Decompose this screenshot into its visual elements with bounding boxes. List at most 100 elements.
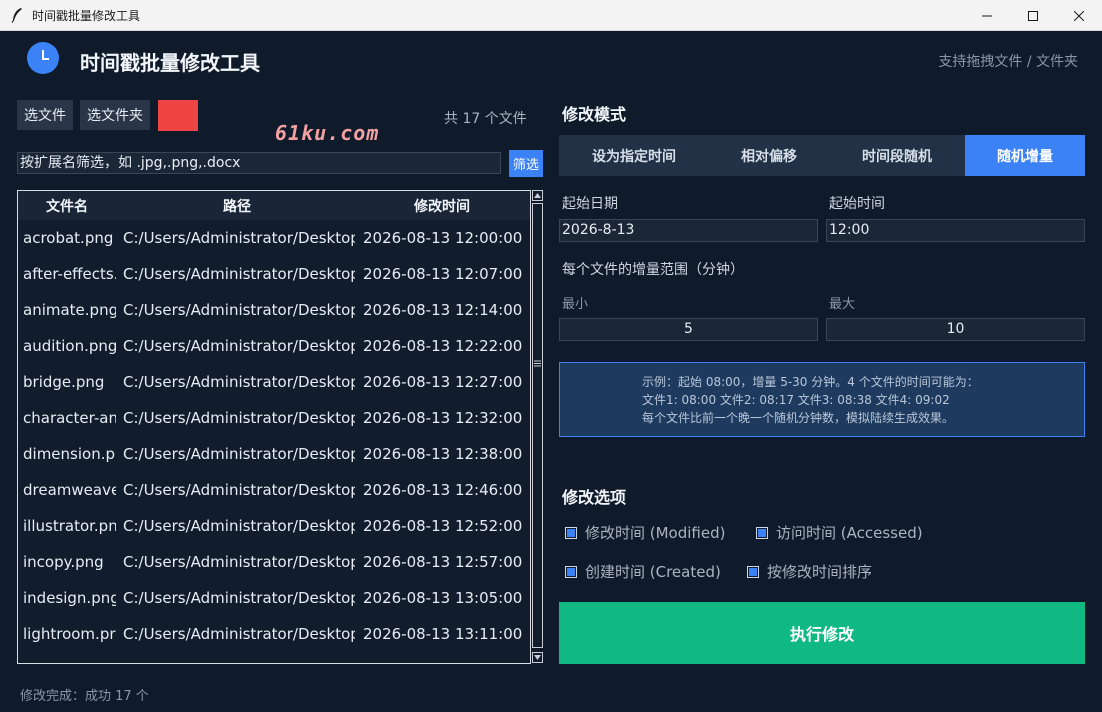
cell-path: C:/Users/Administrator/Desktop [123, 445, 355, 463]
mode-tabs: 设为指定时间 相对偏移 时间段随机 随机增量 [559, 135, 1085, 176]
scroll-thumb[interactable] [532, 203, 543, 648]
created-label: 创建时间 (Created) [585, 563, 721, 581]
minimize-icon [982, 15, 992, 16]
watermark: 61ku.com [275, 121, 380, 145]
cell-filename: incopy.png [23, 553, 104, 571]
accessed-label: 访问时间 (Accessed) [776, 524, 923, 542]
table-row[interactable]: dreamweave C:/Users/Administrator/Desktop… [23, 472, 528, 508]
start-time-label: 起始时间 [829, 196, 885, 212]
cell-modified: 2026-08-13 12:07:00 [363, 265, 523, 283]
cell-path: C:/Users/Administrator/Desktop [123, 337, 355, 355]
cell-filename: indesign.png [23, 589, 116, 607]
range-label: 每个文件的增量范围（分钟） [562, 262, 744, 278]
chevron-down-icon [534, 655, 541, 660]
table-row[interactable]: lightroom.pr C:/Users/Administrator/Deskt… [23, 616, 528, 652]
table-scrollbar[interactable] [532, 190, 543, 664]
select-folder-button[interactable]: 选文件夹 [80, 100, 150, 130]
tab-relative-offset[interactable]: 相对偏移 [709, 135, 829, 176]
cell-path: C:/Users/Administrator/Desktop [123, 517, 355, 535]
example-line: 文件1: 08:00 文件2: 08:17 文件3: 08:38 文件4: 09… [642, 393, 950, 407]
tab-random-range[interactable]: 时间段随机 [829, 135, 965, 176]
extension-filter-input[interactable]: 按扩展名筛选，如 .jpg,.png,.docx [17, 152, 501, 174]
cell-path: C:/Users/Administrator/Desktop [123, 553, 355, 571]
filter-button[interactable]: 筛选 [509, 150, 543, 177]
table-row[interactable]: bridge.png C:/Users/Administrator/Desktop… [23, 364, 528, 400]
drag-hint: 支持拖拽文件 / 文件夹 [938, 54, 1078, 70]
table-row[interactable]: indesign.png C:/Users/Administrator/Deskt… [23, 580, 528, 616]
max-label: 最大 [829, 297, 856, 312]
table-row[interactable]: incopy.png C:/Users/Administrator/Desktop… [23, 544, 528, 580]
tab-set-time[interactable]: 设为指定时间 [559, 135, 709, 176]
example-line: 示例：起始 08:00，增量 5-30 分钟。4 个文件的时间可能为： [642, 375, 979, 389]
table-row[interactable]: acrobat.png C:/Users/Administrator/Deskto… [23, 220, 528, 256]
clock-icon [27, 42, 59, 74]
table-row[interactable]: character-an C:/Users/Administrator/Deskt… [23, 400, 528, 436]
window-title: 时间戳批量修改工具 [32, 8, 141, 23]
chevron-up-icon [534, 193, 541, 198]
created-checkbox[interactable]: 创建时间 (Created) [565, 561, 721, 582]
app-body: 时间戳批量修改工具 支持拖拽文件 / 文件夹 选文件 选文件夹 61ku.com… [0, 31, 1102, 712]
close-button[interactable] [1056, 0, 1102, 31]
column-header-path[interactable]: 路径 [223, 196, 251, 216]
maximize-button[interactable] [1010, 0, 1056, 31]
column-header-filename[interactable]: 文件名 [46, 196, 88, 216]
modified-checkbox[interactable]: 修改时间 (Modified) [565, 522, 725, 543]
checkbox-checked-icon [747, 565, 759, 578]
table-row[interactable]: animate.png C:/Users/Administrator/Deskto… [23, 292, 528, 328]
cell-modified: 2026-08-13 13:05:00 [363, 589, 523, 607]
select-file-button[interactable]: 选文件 [17, 100, 73, 130]
cell-filename: illustrator.pn [23, 517, 116, 535]
start-date-input[interactable]: 2026-8-13 [559, 219, 818, 242]
cell-modified: 2026-08-13 12:14:00 [363, 301, 523, 319]
max-input[interactable]: 10 [826, 318, 1085, 341]
modified-label: 修改时间 (Modified) [585, 524, 726, 542]
min-label: 最小 [562, 297, 589, 312]
cell-path: C:/Users/Administrator/Desktop [123, 625, 355, 643]
column-header-modified[interactable]: 修改时间 [414, 196, 470, 216]
cell-filename: dreamweave [23, 481, 116, 499]
minimize-button[interactable] [964, 0, 1010, 31]
cell-filename: character-an [23, 409, 116, 427]
checkbox-checked-icon [565, 526, 577, 539]
maximize-icon [1028, 10, 1038, 21]
cell-path: C:/Users/Administrator/Desktop [123, 229, 355, 247]
execute-button[interactable]: 执行修改 [559, 602, 1085, 664]
start-date-label: 起始日期 [562, 196, 618, 212]
cell-filename: dimension.p [23, 445, 115, 463]
example-box: 示例：起始 08:00，增量 5-30 分钟。4 个文件的时间可能为： 文件1:… [559, 362, 1085, 437]
scroll-down-button[interactable] [532, 652, 543, 663]
table-row[interactable]: illustrator.pn C:/Users/Administrator/Des… [23, 508, 528, 544]
feather-icon [11, 8, 22, 23]
table-row[interactable]: audition.png C:/Users/Administrator/Deskt… [23, 328, 528, 364]
sort-checkbox[interactable]: 按修改时间排序 [747, 561, 872, 582]
cell-filename: animate.png [23, 301, 116, 319]
table-row[interactable]: dimension.p C:/Users/Administrator/Deskto… [23, 436, 528, 472]
cell-modified: 2026-08-13 12:38:00 [363, 445, 523, 463]
min-input[interactable]: 5 [559, 318, 818, 341]
start-time-input[interactable]: 12:00 [826, 219, 1085, 242]
cell-modified: 2026-08-13 13:11:00 [363, 625, 523, 643]
table-row[interactable]: after-effects. C:/Users/Administrator/Des… [23, 256, 528, 292]
cell-modified: 2026-08-13 12:57:00 [363, 553, 523, 571]
window-titlebar: 时间戳批量修改工具 [0, 0, 1102, 31]
tab-random-increment[interactable]: 随机增量 [965, 135, 1085, 176]
sort-label: 按修改时间排序 [767, 563, 873, 581]
cell-path: C:/Users/Administrator/Desktop [123, 301, 355, 319]
cell-modified: 2026-08-13 12:00:00 [363, 229, 523, 247]
cell-modified: 2026-08-13 12:52:00 [363, 517, 523, 535]
file-count: 共 17 个文件 [444, 111, 527, 127]
grip-icon [534, 360, 541, 367]
cell-filename: audition.png [23, 337, 116, 355]
cell-filename: after-effects. [23, 265, 116, 283]
cell-path: C:/Users/Administrator/Desktop [123, 589, 355, 607]
table-header: 文件名 路径 修改时间 [18, 191, 530, 220]
app-title: 时间戳批量修改工具 [80, 51, 260, 75]
cell-modified: 2026-08-13 12:46:00 [363, 481, 523, 499]
accessed-checkbox[interactable]: 访问时间 (Accessed) [756, 522, 923, 543]
scroll-up-button[interactable] [532, 190, 543, 201]
close-icon [1074, 10, 1084, 21]
cell-path: C:/Users/Administrator/Desktop [123, 265, 355, 283]
checkbox-checked-icon [565, 565, 577, 578]
cell-filename: bridge.png [23, 373, 105, 391]
color-swatch[interactable] [158, 100, 198, 131]
